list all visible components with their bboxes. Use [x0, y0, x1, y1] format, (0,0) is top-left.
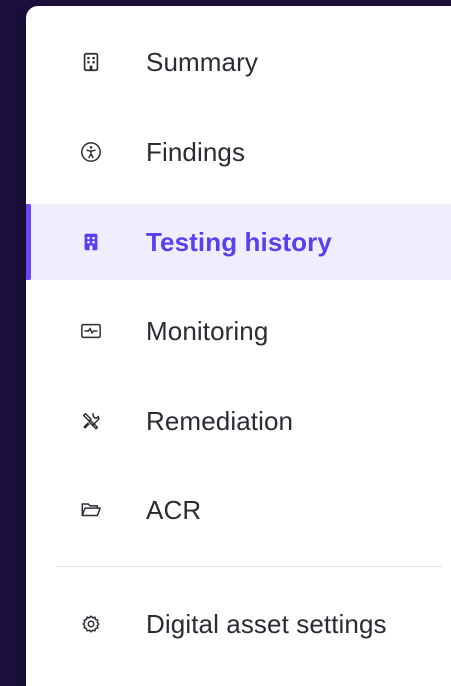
sidebar-item-label: Testing history — [146, 226, 332, 257]
sidebar-item-remediation[interactable]: Remediation — [26, 383, 451, 459]
folder-icon — [80, 499, 102, 521]
gear-icon — [80, 613, 102, 635]
building-grid-icon — [80, 51, 102, 73]
sidebar-item-findings[interactable]: Findings — [26, 114, 451, 190]
sidebar-item-summary[interactable]: Summary — [26, 24, 451, 100]
sidebar-item-label: ACR — [146, 494, 202, 525]
sidebar-item-monitoring[interactable]: Monitoring — [26, 293, 451, 369]
divider — [56, 566, 442, 567]
sidebar-item-label: Summary — [146, 46, 258, 77]
tools-icon — [80, 410, 102, 432]
sidebar-item-testing-history[interactable]: Testing history — [26, 204, 451, 280]
building-icon — [80, 231, 102, 253]
sidebar-item-label: Remediation — [146, 405, 294, 436]
active-indicator — [26, 204, 31, 280]
sidebar-item-label: Digital asset settings — [146, 608, 387, 639]
sidebar-item-label: Monitoring — [146, 315, 269, 346]
sidebar-item-digital-asset-settings[interactable]: Digital asset settings — [26, 586, 451, 662]
pulse-monitor-icon — [80, 320, 102, 342]
sidebar-item-label: Findings — [146, 136, 246, 167]
accessibility-icon — [80, 141, 102, 163]
sidebar-item-acr[interactable]: ACR — [26, 472, 451, 548]
